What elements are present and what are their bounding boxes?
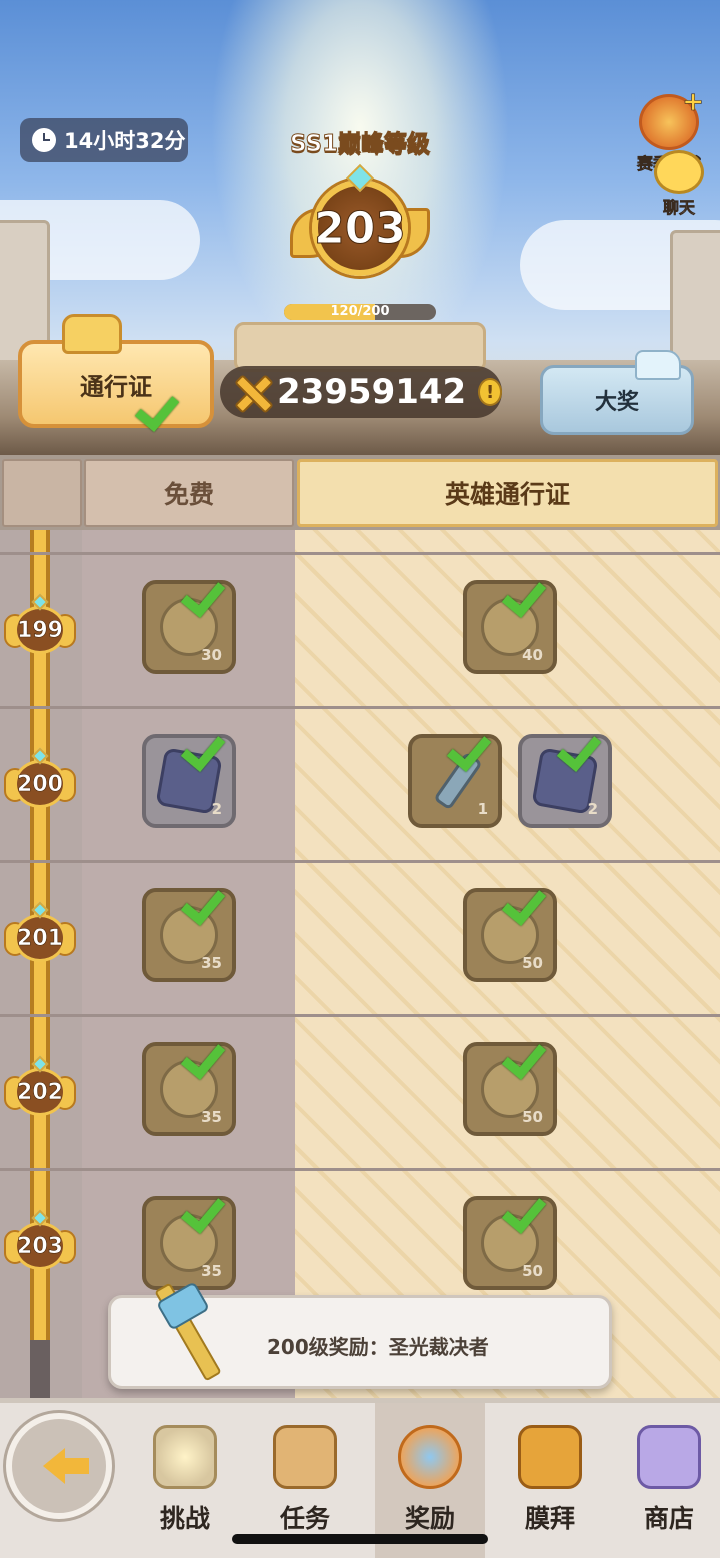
- reward-quantity: 50: [522, 1262, 543, 1280]
- scroll-star-icon: [273, 1425, 337, 1489]
- level-node: 202: [4, 1055, 76, 1120]
- row-separator: [0, 552, 720, 555]
- level-node-number: 199: [14, 606, 66, 654]
- reward-item[interactable]: 50: [463, 1042, 557, 1136]
- level-node: 200: [4, 747, 76, 812]
- level-node: 203: [4, 1209, 76, 1274]
- nav-challenge-label: 挑战: [159, 1504, 210, 1533]
- season-bonus-icon: [639, 87, 704, 150]
- pass-button[interactable]: 通行证: [18, 314, 214, 428]
- crossed-swords-shield-icon: [153, 1425, 217, 1489]
- nav-worship-label: 膜拜: [524, 1504, 575, 1533]
- nav-rewards-label: 奖励: [404, 1504, 455, 1533]
- level-badge: 203: [290, 163, 430, 298]
- shopkeeper-icon: [637, 1425, 701, 1489]
- claimed-checkmark-icon: [576, 724, 622, 758]
- level-node-number: 200: [14, 760, 66, 808]
- reward-item[interactable]: 2: [142, 734, 236, 828]
- claimed-checkmark-icon: [521, 1032, 567, 1066]
- tab-hero-pass[interactable]: 英雄通行证: [297, 459, 718, 527]
- chat-button[interactable]: 聊天: [644, 150, 714, 218]
- claimed-checkmark-icon: [200, 724, 246, 758]
- reward-item[interactable]: 2: [518, 734, 612, 828]
- back-arrow-icon: [43, 1448, 89, 1484]
- home-indicator[interactable]: [232, 1534, 488, 1544]
- level-track-remaining: [30, 1340, 50, 1398]
- nav-challenge[interactable]: 挑战: [130, 1403, 240, 1558]
- xp-text: 120/200: [330, 304, 390, 319]
- reward-item[interactable]: 50: [463, 888, 557, 982]
- row-separator: [0, 1014, 720, 1017]
- row-separator: [0, 1168, 720, 1171]
- reward-quantity: 35: [201, 1262, 222, 1280]
- nav-shop-label: 商店: [643, 1504, 694, 1533]
- reward-quantity: 50: [522, 1108, 543, 1126]
- claimed-checkmark-icon: [200, 1186, 246, 1220]
- claimed-checkmark-icon: [521, 878, 567, 912]
- claimed-checkmark-icon: [521, 570, 567, 604]
- level-node: 201: [4, 901, 76, 966]
- reward-quantity: 50: [522, 954, 543, 972]
- clock-icon: [32, 128, 56, 152]
- reward-quantity: 40: [522, 646, 543, 664]
- reward-quantity: 1: [477, 800, 488, 818]
- season-timer: 14小时32分: [20, 118, 188, 162]
- reward-item[interactable]: 35: [142, 1042, 236, 1136]
- reward-quantity: 2: [587, 800, 598, 818]
- claimed-checkmark-icon: [200, 570, 246, 604]
- level-node: 199: [4, 593, 76, 658]
- stone-pedestal: [234, 322, 486, 372]
- tooltip-text: 200级奖励：圣光裁决者: [267, 1334, 489, 1359]
- nav-worship[interactable]: 膜拜: [495, 1403, 605, 1558]
- nav-shop[interactable]: 商店: [614, 1403, 720, 1558]
- crystal-icon: [635, 350, 681, 380]
- row-separator: [0, 860, 720, 863]
- reward-item[interactable]: 1: [408, 734, 502, 828]
- claimed-checkmark-icon: [200, 878, 246, 912]
- currency-amount: 23959142: [276, 372, 467, 412]
- reward-item[interactable]: 40: [463, 580, 557, 674]
- stone-pillar: [670, 230, 720, 370]
- chat-icon: [654, 150, 704, 194]
- row-separator: [0, 706, 720, 709]
- grand-prize-button[interactable]: 大奖: [540, 350, 694, 435]
- claimed-checkmark-icon: [521, 1186, 567, 1220]
- timer-text: 14小时32分: [64, 129, 186, 153]
- reward-item[interactable]: 50: [463, 1196, 557, 1290]
- reward-item[interactable]: 35: [142, 1196, 236, 1290]
- claimed-checkmark-icon: [466, 724, 512, 758]
- tab-level-column: [2, 459, 82, 527]
- nav-tasks-label: 任务: [279, 1504, 330, 1533]
- grand-prize-label: 大奖: [594, 390, 639, 415]
- level-node-number: 202: [14, 1068, 66, 1116]
- reward-quantity: 30: [201, 646, 222, 664]
- level-node-number: 201: [14, 914, 66, 962]
- reward-tooltip[interactable]: 200级奖励：圣光裁决者: [108, 1295, 612, 1389]
- reward-quantity: 35: [201, 1108, 222, 1126]
- gift-box-icon: [398, 1425, 462, 1489]
- level-node-number: 203: [14, 1222, 66, 1270]
- level-number: 203: [312, 180, 408, 276]
- claimed-checkmark-icon: [200, 1032, 246, 1066]
- info-icon[interactable]: !: [478, 378, 502, 406]
- season-title: SS1巅峰等级: [289, 131, 431, 158]
- xp-progress-bar: 120/200: [284, 304, 436, 320]
- reward-list[interactable]: 199 30 40 200 2 1 2 201 35 50 202 35 50 203 35 50: [0, 530, 720, 1398]
- chat-label: 聊天: [662, 198, 696, 218]
- reward-quantity: 2: [211, 800, 222, 818]
- holy-hammer-icon: [141, 1280, 231, 1390]
- reward-item[interactable]: 35: [142, 888, 236, 982]
- pass-tabs: 免费 英雄通行证: [0, 455, 720, 530]
- back-button[interactable]: [6, 1413, 112, 1519]
- crown-icon: [62, 314, 122, 354]
- reward-quantity: 35: [201, 954, 222, 972]
- tab-free[interactable]: 免费: [84, 459, 294, 527]
- totem-icon: [518, 1425, 582, 1489]
- currency-display: 23959142 !: [220, 366, 502, 418]
- battle-pass-screen: 14小时32分 SS1巅峰等级 203 120/200 通行证 23959142…: [0, 0, 720, 1558]
- crossed-swords-icon: [232, 372, 265, 412]
- checkmark-icon: [154, 384, 200, 418]
- pass-label: 通行证: [80, 372, 152, 401]
- reward-item[interactable]: 30: [142, 580, 236, 674]
